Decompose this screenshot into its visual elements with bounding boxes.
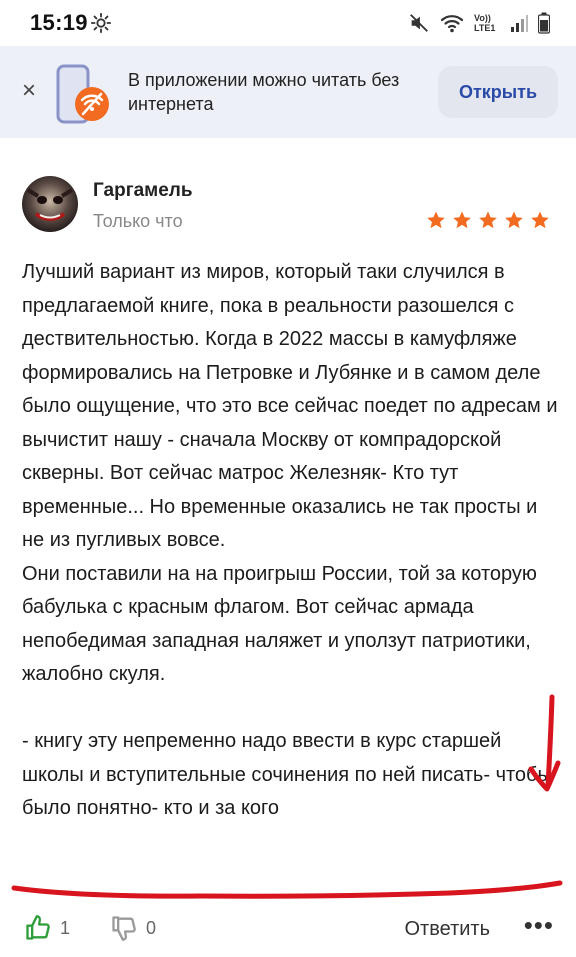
mute-icon	[410, 14, 428, 32]
annotation-underline	[11, 880, 563, 899]
rating-stars	[426, 210, 550, 230]
review-body: Лучший вариант из миров, который таки сл…	[22, 256, 562, 826]
signal-icon	[511, 15, 528, 32]
dislike-button[interactable]: 0	[110, 914, 156, 942]
star-icon	[479, 211, 497, 229]
like-button[interactable]: 1	[24, 914, 70, 942]
dislike-count: 0	[146, 917, 157, 938]
gear-icon	[90, 12, 112, 34]
review-author[interactable]: Гаргамель	[93, 180, 193, 202]
wifi-icon	[440, 15, 464, 33]
review-paragraph: - книгу эту непременно надо ввести в кур…	[22, 730, 552, 819]
offline-reading-banner: × В приложении можно читать без интернет…	[0, 46, 576, 138]
more-options-icon[interactable]: •••	[524, 910, 554, 941]
status-bar: 15:19 Vo)) LTE1	[0, 0, 576, 46]
status-time: 15:19	[30, 10, 88, 35]
thumbs-up-icon	[26, 915, 50, 940]
reply-button[interactable]: Ответить	[405, 918, 491, 941]
battery-icon	[538, 12, 550, 34]
status-icons: Vo)) LTE1	[408, 10, 550, 36]
star-icon	[505, 211, 523, 229]
review-paragraph: Лучший вариант из миров, который таки сл…	[22, 261, 558, 551]
star-icon	[427, 211, 445, 229]
star-icon	[453, 211, 471, 229]
close-icon[interactable]: ×	[16, 78, 42, 104]
avatar[interactable]	[22, 176, 78, 232]
thumbs-down-icon	[112, 916, 136, 941]
volte-icon: Vo)) LTE1	[474, 13, 496, 33]
banner-text: В приложении можно читать без интернета	[128, 70, 400, 114]
open-app-button[interactable]: Открыть	[438, 66, 558, 118]
review-time: Только что	[93, 211, 183, 231]
review-paragraph: Они поставили на на проигрыш России, той…	[22, 562, 537, 686]
offline-phone-icon	[56, 64, 109, 124]
like-count: 1	[60, 917, 71, 938]
review-actions: 1 0 Ответить •••	[0, 910, 576, 950]
star-icon	[531, 211, 549, 229]
